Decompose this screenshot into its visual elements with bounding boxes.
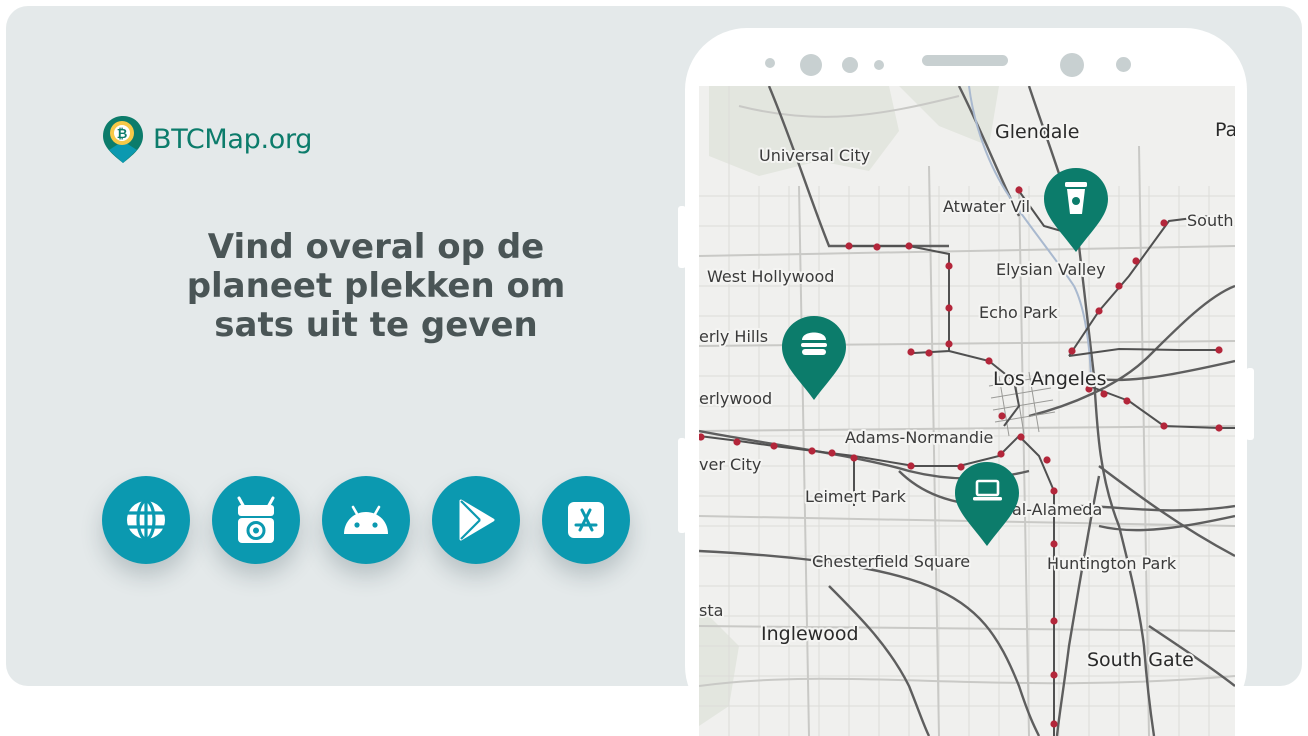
google-play-button[interactable]: [432, 476, 520, 564]
phone-sensor: [842, 57, 858, 73]
download-buttons: [102, 476, 630, 564]
map-label-atwater: Atwater Vil: [943, 197, 1030, 216]
map-label-beverly-hills: erly Hills: [699, 327, 768, 346]
app-store-button[interactable]: [542, 476, 630, 564]
android-icon: [344, 505, 388, 534]
svg-text:₿: ₿: [117, 127, 128, 142]
map-label-sta: sta: [699, 601, 723, 620]
android-apk-button[interactable]: [322, 476, 410, 564]
headline-line-2: planeet plekken om: [186, 266, 566, 306]
map-label-culver-city: ver City: [699, 455, 761, 474]
f-droid-button[interactable]: [212, 476, 300, 564]
bitcoin-map-pin-icon: ₿: [103, 116, 143, 163]
map-label-adams-normandie: Adams-Normandie: [845, 428, 993, 447]
phone-camera: [800, 54, 822, 76]
phone-speaker: [922, 55, 1008, 66]
map-view[interactable]: Glendale Pa Universal City Atwater Vil S…: [699, 86, 1235, 736]
headline-line-3: sats uit te geven: [214, 305, 538, 345]
map-label-elysian-valley: Elysian Valley: [996, 260, 1106, 279]
map-label-inglewood: Inglewood: [761, 623, 859, 645]
map-label-huntington-park: Huntington Park: [1047, 554, 1177, 573]
map-label-south-gate: South Gate: [1087, 649, 1194, 671]
app-store-icon: [568, 502, 604, 538]
map-label-pa: Pa: [1215, 119, 1235, 141]
map-label-echo-park: Echo Park: [979, 303, 1058, 322]
f-droid-icon: [237, 496, 275, 543]
phone-sensor: [765, 58, 775, 68]
map-canvas[interactable]: Glendale Pa Universal City Atwater Vil S…: [699, 86, 1235, 736]
phone-power-button: [678, 438, 686, 533]
phone-mockup: Glendale Pa Universal City Atwater Vil S…: [678, 28, 1254, 736]
map-label-beverlywood: erlywood: [699, 389, 772, 408]
google-play-icon: [459, 499, 495, 541]
headline: Vind overal op de planeet plekken om sat…: [126, 228, 626, 345]
phone-sensor: [1116, 57, 1131, 72]
phone-side-button: [1246, 368, 1254, 440]
map-label-glendale: Glendale: [995, 121, 1079, 143]
phone-volume-button: [678, 206, 686, 268]
map-label-alameda: al-Alameda: [1012, 500, 1102, 519]
web-app-button[interactable]: [102, 476, 190, 564]
globe-icon: [127, 499, 165, 541]
map-label-los-angeles: Los Angeles: [993, 368, 1106, 390]
map-label-universal-city: Universal City: [759, 146, 870, 165]
map-label-leimert-park: Leimert Park: [805, 487, 907, 506]
map-label-south: South: [1187, 211, 1234, 230]
headline-line-1: Vind overal op de: [207, 227, 545, 267]
brand-name: BTCMap.org: [153, 123, 313, 155]
map-label-west-hollywood: West Hollywood: [707, 267, 834, 286]
phone-sensor: [874, 60, 884, 70]
burger-icon: [801, 332, 827, 355]
map-label-chesterfield-square: Chesterfield Square: [812, 552, 970, 571]
phone-front-camera: [1060, 53, 1084, 77]
brand-logo[interactable]: ₿ BTCMap.org: [101, 114, 312, 164]
